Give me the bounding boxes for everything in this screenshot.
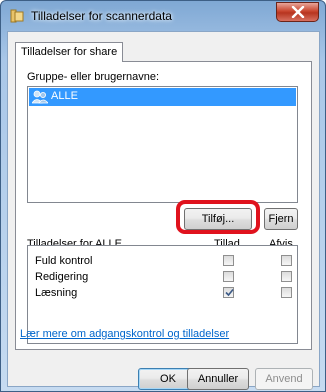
permission-row-modify: Redigering (28, 269, 297, 286)
allow-modify-checkbox[interactable] (223, 271, 234, 282)
permission-name: Læsning (35, 287, 78, 299)
permission-row-full-control: Fuld kontrol (28, 253, 297, 270)
allow-full-control-checkbox[interactable] (223, 255, 234, 266)
close-button[interactable] (276, 2, 319, 22)
deny-modify-checkbox[interactable] (281, 271, 292, 282)
deny-read-checkbox[interactable] (281, 287, 292, 298)
group-user-list[interactable]: ALLE (27, 86, 298, 203)
groups-label: Gruppe- eller brugernavne: (27, 71, 160, 83)
allow-read-checkbox[interactable] (223, 287, 234, 298)
deny-full-control-checkbox[interactable] (281, 255, 292, 266)
apply-button[interactable]: Anvend (255, 368, 313, 390)
users-icon (32, 90, 48, 104)
remove-button[interactable]: Fjern (264, 208, 298, 230)
checkmark-icon (225, 288, 234, 297)
tab-label: Tilladelser for share (21, 46, 118, 58)
window-title: Tilladelser for scannerdata (31, 9, 172, 23)
dialog-client-area: Tilladelser for share Gruppe- eller brug… (7, 31, 320, 390)
permission-name: Fuld kontrol (35, 255, 93, 267)
cancel-button[interactable]: Annuller (187, 368, 249, 390)
title-bar[interactable]: Tilladelser for scannerdata (1, 1, 325, 31)
add-button[interactable]: Tilføj... (184, 208, 252, 230)
list-item[interactable]: ALLE (29, 88, 296, 106)
permission-name: Redigering (35, 271, 89, 283)
tab-panel: Gruppe- eller brugernavne: ALLE Tilføj..… (15, 61, 312, 350)
folder-icon (10, 9, 24, 23)
learn-more-link[interactable]: Lær mere om adgangskontrol og tilladelse… (20, 328, 229, 340)
tab-share-permissions[interactable]: Tilladelser for share (15, 42, 123, 62)
list-item-label: ALLE (51, 90, 78, 102)
permission-row-read: Læsning (28, 285, 297, 302)
permissions-dialog: Tilladelser for scannerdata Tilladelser … (0, 0, 326, 392)
close-icon (291, 6, 305, 18)
